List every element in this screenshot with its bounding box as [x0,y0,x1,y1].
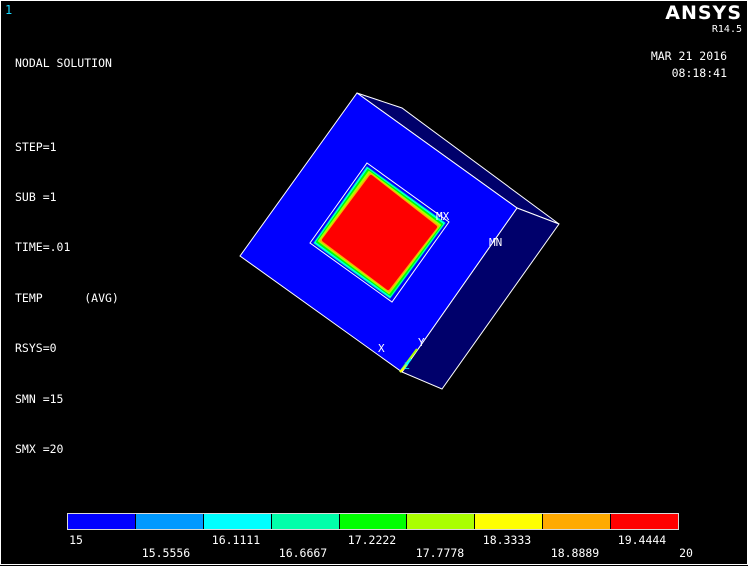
legend-label: 18.8889 [550,546,600,560]
legend-label: 16.1111 [211,533,261,547]
triad-z-label: Z [404,362,410,372]
legend-label: 20 [679,546,693,560]
legend-label: 16.6667 [278,546,328,560]
legend-label: 15.5556 [141,546,191,560]
min-label: MN [489,236,502,249]
contour-legend-bar [67,513,679,530]
triad-y-label: Y [418,336,425,349]
legend-swatch [475,514,544,529]
legend-label: 19.4444 [617,533,667,547]
legend-swatch [135,514,204,529]
legend-swatch [611,514,679,529]
legend-swatch [203,514,272,529]
legend-label: 18.3333 [482,533,532,547]
legend-label: 17.2222 [347,533,397,547]
legend-swatch [271,514,340,529]
max-label: MX [436,210,450,223]
legend-swatch [339,514,408,529]
legend-swatch [407,514,476,529]
graphics-window[interactable]: 1 NODAL SOLUTION STEP=1 SUB =1 TIME=.01 … [0,0,748,565]
legend-swatch [68,514,136,529]
legend-label: 15 [69,533,83,547]
triad-x-label: X [378,342,385,355]
legend-label: 17.7778 [415,546,465,560]
model-viewport[interactable]: MX MN X Y Z [1,1,748,566]
legend-swatch [543,514,612,529]
